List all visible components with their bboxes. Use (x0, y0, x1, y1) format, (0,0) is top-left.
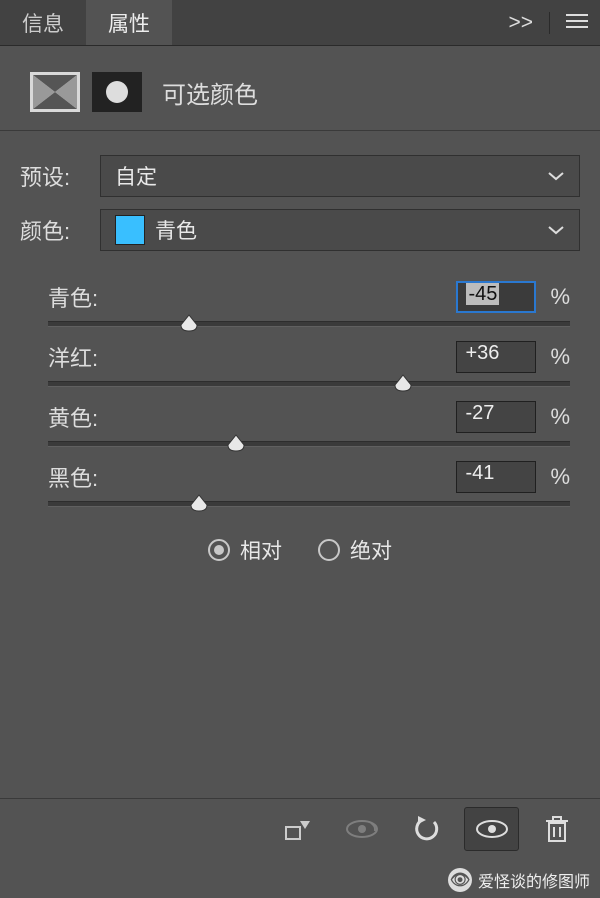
layer-mask-icon[interactable] (92, 72, 142, 112)
method-radios: 相对 绝对 (0, 535, 600, 565)
sliders-group: 青色: -45 % 洋红: +36 % 黄色: -27 (0, 263, 600, 507)
panel-menu-icon[interactable] (566, 11, 588, 35)
slider-track-yellow[interactable] (48, 441, 570, 447)
tab-properties[interactable]: 属性 (86, 0, 172, 45)
panel-title: 可选颜色 (162, 75, 258, 110)
preset-label: 预设: (20, 160, 100, 192)
tab-controls: >> (508, 11, 600, 35)
value-input-yellow[interactable]: -27 (456, 401, 536, 433)
view-previous-state-button[interactable] (334, 807, 389, 851)
slider-label-black: 黑色: (48, 461, 456, 493)
toggle-visibility-button[interactable] (464, 807, 519, 851)
slider-thumb-cyan[interactable] (178, 313, 200, 333)
unit-yellow: % (550, 404, 570, 430)
slider-thumb-yellow[interactable] (225, 433, 247, 453)
reset-button[interactable] (399, 807, 454, 851)
value-input-black[interactable]: -41 (456, 461, 536, 493)
slider-magenta: 洋红: +36 % (48, 341, 570, 387)
preset-value: 自定 (115, 161, 157, 191)
panel-header: 可选颜色 (0, 46, 600, 130)
tab-bar: 信息 属性 >> (0, 0, 600, 46)
value-input-magenta[interactable]: +36 (456, 341, 536, 373)
slider-label-cyan: 青色: (48, 281, 456, 313)
radio-absolute[interactable]: 绝对 (318, 535, 392, 565)
tab-info[interactable]: 信息 (0, 0, 86, 45)
unit-magenta: % (550, 344, 570, 370)
watermark-text: 爱怪谈的修图师 (478, 868, 590, 892)
color-swatch (115, 215, 145, 245)
value-input-cyan[interactable]: -45 (456, 281, 536, 313)
slider-track-magenta[interactable] (48, 381, 570, 387)
watermark: 👁 爱怪谈的修图师 (448, 868, 590, 892)
preset-select[interactable]: 自定 (100, 155, 580, 197)
slider-label-magenta: 洋红: (48, 341, 456, 373)
colors-label: 颜色: (20, 214, 100, 246)
radio-absolute-label: 绝对 (350, 535, 392, 565)
colors-select[interactable]: 青色 (100, 209, 580, 251)
slider-track-cyan[interactable] (48, 321, 570, 327)
unit-black: % (550, 464, 570, 490)
slider-track-black[interactable] (48, 501, 570, 507)
slider-thumb-black[interactable] (188, 493, 210, 513)
unit-cyan: % (550, 284, 570, 310)
selective-color-icon (30, 72, 80, 112)
slider-cyan: 青色: -45 % (48, 281, 570, 327)
delete-button[interactable] (529, 807, 584, 851)
slider-label-yellow: 黄色: (48, 401, 456, 433)
radio-relative[interactable]: 相对 (208, 535, 282, 565)
slider-yellow: 黄色: -27 % (48, 401, 570, 447)
chevron-down-icon (547, 164, 565, 188)
radio-relative-label: 相对 (240, 535, 282, 565)
colors-value: 青色 (155, 215, 197, 245)
panel-footer (0, 798, 600, 858)
slider-thumb-magenta[interactable] (392, 373, 414, 393)
clip-to-layer-button[interactable] (269, 807, 324, 851)
weibo-icon: 👁 (448, 868, 472, 892)
chevron-down-icon (547, 218, 565, 242)
collapse-icon[interactable]: >> (508, 11, 533, 35)
slider-black: 黑色: -41 % (48, 461, 570, 507)
